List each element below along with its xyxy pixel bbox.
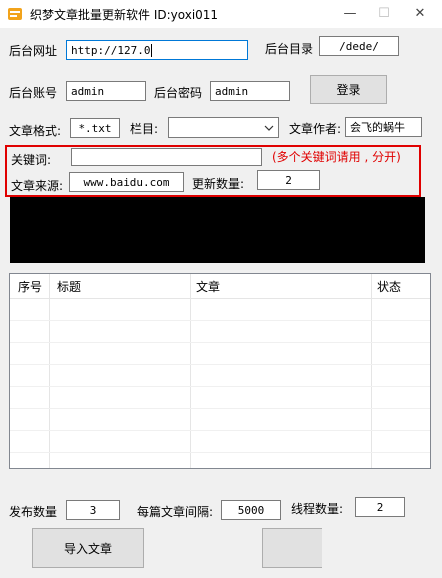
keyword-input[interactable]: [71, 148, 262, 166]
url-value: http://127.0: [71, 43, 151, 57]
column-header-content[interactable]: 文章: [196, 278, 220, 295]
pass-value: admin: [215, 84, 249, 98]
text-caret: [151, 43, 153, 57]
window-title: 织梦文章批量更新软件 ID:yoxi011: [30, 8, 219, 22]
interval-value: 5000: [237, 503, 265, 517]
column-header-status[interactable]: 状态: [377, 278, 401, 295]
column-header-index[interactable]: 序号: [18, 278, 42, 295]
maximize-button[interactable]: ☐: [366, 0, 402, 28]
threads-input[interactable]: 2: [355, 497, 405, 517]
pass-label: 后台密码: [154, 86, 203, 100]
row-line: [10, 342, 430, 343]
keyword-label: 关键词:: [11, 153, 52, 167]
user-input[interactable]: admin: [66, 81, 146, 101]
dir-value: /dede/: [339, 39, 379, 53]
source-input[interactable]: www.baidu.com: [69, 172, 184, 192]
row-line: [10, 320, 430, 321]
minimize-button[interactable]: —: [332, 0, 368, 28]
header-divider: [10, 298, 430, 299]
column-divider: [371, 274, 372, 468]
update-count-input[interactable]: 2: [257, 170, 320, 190]
row-line: [10, 430, 430, 431]
log-panel: [10, 197, 425, 263]
interval-label: 每篇文章间隔:: [137, 505, 214, 519]
dir-input[interactable]: /dede/: [319, 36, 399, 56]
action-button[interactable]: [262, 528, 322, 568]
import-articles-button[interactable]: 导入文章: [32, 528, 144, 568]
column-divider: [49, 274, 50, 468]
keyword-hint: (多个关键词请用 , 分开): [272, 150, 401, 164]
interval-input[interactable]: 5000: [221, 500, 281, 520]
row-line: [10, 452, 430, 453]
format-input[interactable]: *.txt: [70, 118, 120, 138]
author-input[interactable]: 会飞的蜗牛: [345, 117, 422, 137]
app-icon: [8, 8, 22, 20]
row-line: [10, 386, 430, 387]
user-label: 后台账号: [9, 86, 58, 100]
publish-input[interactable]: 3: [66, 500, 120, 520]
article-table[interactable]: 序号 标题 文章 状态: [9, 273, 431, 469]
column-select[interactable]: [168, 117, 279, 138]
column-header-title[interactable]: 标题: [57, 278, 81, 295]
source-label: 文章来源:: [11, 179, 64, 193]
threads-value: 2: [376, 500, 384, 514]
url-input[interactable]: http://127.0: [66, 40, 248, 60]
author-label: 文章作者:: [289, 122, 342, 136]
update-count-value: 2: [285, 173, 292, 187]
threads-label: 线程数量:: [291, 502, 344, 516]
format-label: 文章格式:: [9, 124, 62, 138]
publish-label: 发布数量: [9, 505, 58, 519]
title-bar: 织梦文章批量更新软件 ID:yoxi011 — ☐ ✕: [0, 0, 442, 28]
login-button[interactable]: 登录: [310, 75, 387, 104]
format-value: *.txt: [78, 121, 112, 135]
publish-value: 3: [89, 503, 97, 517]
dir-label: 后台目录: [265, 42, 314, 56]
url-label: 后台网址: [9, 44, 58, 58]
chevron-down-icon: [264, 125, 274, 131]
author-value: 会飞的蜗牛: [350, 121, 405, 134]
source-value: www.baidu.com: [83, 175, 170, 189]
update-count-label: 更新数量:: [192, 177, 245, 191]
column-divider: [190, 274, 191, 468]
row-line: [10, 408, 430, 409]
user-value: admin: [71, 84, 105, 98]
close-button[interactable]: ✕: [402, 0, 438, 28]
pass-input[interactable]: admin: [210, 81, 290, 101]
row-line: [10, 364, 430, 365]
column-label: 栏目:: [130, 122, 159, 136]
